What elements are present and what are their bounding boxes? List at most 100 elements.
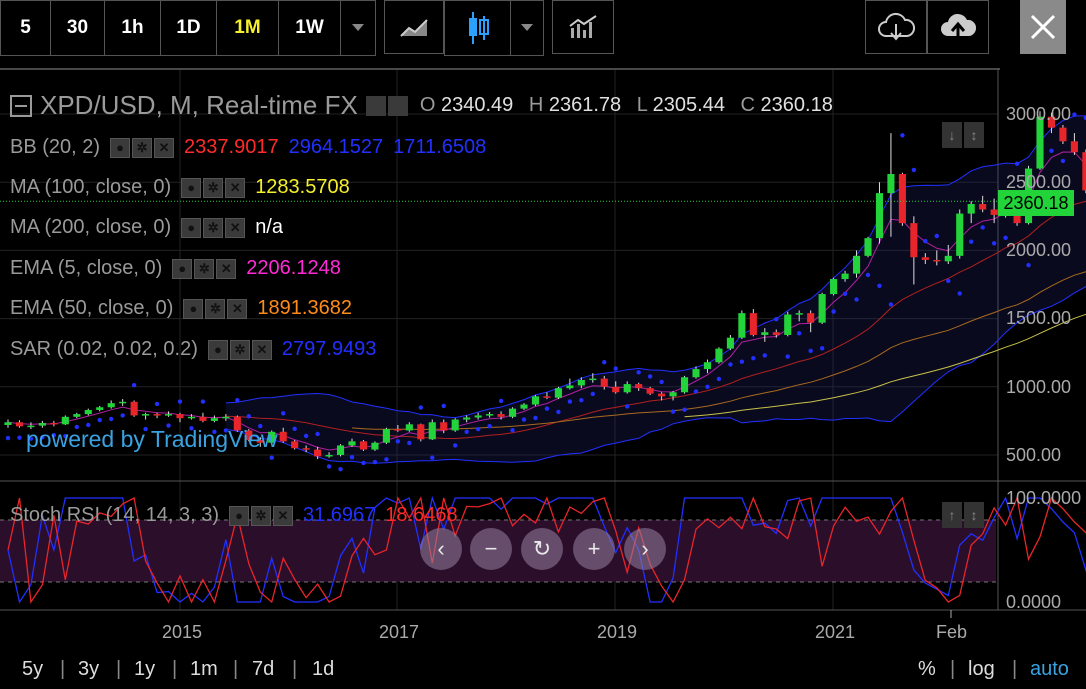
- eye-icon[interactable]: ●: [229, 505, 249, 526]
- candle-body: [979, 204, 987, 210]
- range-1d-button[interactable]: 1d: [312, 658, 334, 681]
- range-7d-button[interactable]: 7d: [252, 658, 274, 681]
- sar-dot: [544, 406, 550, 411]
- candle-body: [187, 416, 196, 419]
- chart-type-candles-button[interactable]: [445, 1, 511, 55]
- gear-icon[interactable]: ✲: [205, 298, 226, 319]
- candle-body: [394, 429, 402, 431]
- close-icon: [1030, 14, 1056, 40]
- eye-icon[interactable]: [365, 95, 386, 116]
- indicators-icon: [569, 15, 597, 38]
- candle-body: [73, 414, 81, 417]
- collapse-icon[interactable]: [10, 94, 32, 117]
- remove-icon[interactable]: ✕: [273, 505, 293, 526]
- cloud-upload-icon: [941, 13, 977, 40]
- remove-icon[interactable]: ✕: [227, 298, 248, 319]
- chart-type-dropdown-button[interactable]: [511, 1, 543, 55]
- arrow-up-icon[interactable]: ↑: [942, 502, 962, 528]
- indicator-name: EMA (5, close, 0): [10, 257, 163, 279]
- candle-type-group: [444, 0, 544, 56]
- candle-body: [761, 332, 769, 335]
- save-cloud-button[interactable]: [927, 0, 989, 54]
- candle-body: [302, 448, 310, 450]
- gear-icon[interactable]: ✲: [194, 258, 215, 279]
- indicator-value: 2206.1248: [246, 257, 341, 279]
- gear-icon[interactable]: ✲: [251, 505, 271, 526]
- symbol-title: XPD/USD, M, Real-time FX: [40, 90, 358, 120]
- eye-icon[interactable]: ●: [183, 298, 204, 319]
- scroll-right-button[interactable]: ›: [624, 528, 666, 570]
- candle-body: [875, 193, 884, 239]
- chart-type-area-button[interactable]: [384, 0, 444, 54]
- candle-body: [680, 377, 689, 393]
- interval-dropdown-button[interactable]: [341, 1, 375, 55]
- interval-1m-button[interactable]: 1M: [217, 1, 279, 55]
- zoom-in-button[interactable]: +: [573, 528, 615, 570]
- candle-body: [543, 396, 551, 398]
- remove-icon[interactable]: ✕: [225, 217, 246, 238]
- sar-dot: [109, 416, 114, 422]
- candle-body: [807, 313, 815, 323]
- candle-body: [359, 441, 368, 450]
- gear-icon[interactable]: ✲: [203, 217, 224, 238]
- eye-icon[interactable]: ●: [207, 339, 228, 360]
- sar-dot: [384, 457, 389, 462]
- indicator-name: MA (200, close, 0): [10, 216, 172, 238]
- interval-1d-button[interactable]: 1D: [161, 1, 217, 55]
- sar-dot: [430, 455, 435, 460]
- scroll-left-button[interactable]: ‹: [420, 528, 462, 570]
- reset-button[interactable]: ↻: [521, 528, 563, 570]
- eye-icon[interactable]: ●: [181, 217, 202, 238]
- close-label: C: [740, 94, 755, 116]
- zoom-out-button[interactable]: −: [470, 528, 512, 570]
- remove-icon[interactable]: ✕: [251, 339, 272, 360]
- range-3y-button[interactable]: 3y: [78, 658, 99, 681]
- close-button[interactable]: [1020, 0, 1066, 54]
- sar-dot: [865, 272, 871, 278]
- interval-30-button[interactable]: 30: [51, 1, 105, 55]
- sar-dot: [235, 397, 240, 403]
- stoch-name: Stoch RSI (14, 14, 3, 3): [10, 504, 219, 526]
- stoch-scale-buttons: ↑ ↕: [942, 502, 984, 528]
- candle-body: [4, 422, 12, 425]
- sar-dot: [372, 459, 378, 465]
- eye-icon[interactable]: ●: [172, 258, 193, 279]
- auto-scale-button[interactable]: auto: [1030, 658, 1069, 681]
- percent-scale-button[interactable]: %: [918, 658, 936, 681]
- range-1m-button[interactable]: 1m: [190, 658, 218, 681]
- sar-dot: [900, 133, 905, 138]
- remove-icon[interactable]: ✕: [225, 177, 246, 198]
- sar-dot: [292, 426, 297, 432]
- indicators-button[interactable]: [552, 0, 614, 54]
- indicator-name: BB (20, 2): [10, 136, 101, 158]
- range-5y-button[interactable]: 5y: [22, 658, 43, 681]
- arrows-vertical-icon[interactable]: ↕: [964, 502, 984, 528]
- interval-5-button[interactable]: 5: [1, 1, 51, 55]
- gear-icon[interactable]: [387, 95, 408, 116]
- load-cloud-button[interactable]: [865, 0, 927, 54]
- candle-body: [336, 445, 345, 455]
- arrows-vertical-icon[interactable]: ↕: [964, 122, 984, 148]
- price-tick: 1000.00: [1006, 377, 1072, 397]
- candle-body: [96, 407, 104, 410]
- candle-body: [784, 314, 792, 335]
- eye-icon[interactable]: ●: [110, 137, 131, 158]
- gear-icon[interactable]: ✲: [229, 339, 250, 360]
- gear-icon[interactable]: ✲: [132, 137, 153, 158]
- arrow-down-icon[interactable]: ↓: [942, 122, 962, 148]
- interval-1h-button[interactable]: 1h: [105, 1, 161, 55]
- remove-icon[interactable]: ✕: [154, 137, 175, 158]
- gear-icon[interactable]: ✲: [203, 177, 224, 198]
- sar-dot: [590, 391, 595, 397]
- remove-icon[interactable]: ✕: [216, 258, 237, 279]
- price-tick: 500.00: [1006, 445, 1062, 465]
- tradingview-watermark[interactable]: powered by TradingView: [26, 426, 277, 453]
- range-1y-button[interactable]: 1y: [134, 658, 155, 681]
- sar-dot: [1072, 112, 1077, 117]
- sar-dot: [200, 399, 206, 404]
- eye-icon[interactable]: ●: [181, 177, 202, 198]
- log-scale-button[interactable]: log: [968, 658, 995, 681]
- interval-1w-button[interactable]: 1W: [279, 1, 341, 55]
- plus-icon: +: [587, 536, 601, 561]
- sar-dot: [888, 302, 894, 307]
